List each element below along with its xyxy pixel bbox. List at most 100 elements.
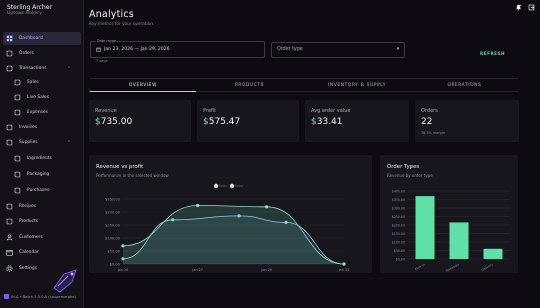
page-title: Analytics <box>89 9 134 20</box>
customers-icon <box>5 233 14 242</box>
kpi-amount: 575.47 <box>208 117 241 127</box>
kpi-value: $735.00 <box>95 117 132 127</box>
version-text: IN-A • Batch 1.5.0-A (Loupemorphe) <box>11 294 76 299</box>
top-actions <box>515 4 535 11</box>
expenses-icon <box>13 108 22 117</box>
sidebar-item-products[interactable]: Products <box>3 215 81 228</box>
kpi-amount: 735.00 <box>100 117 133 127</box>
legend-marker-profit[interactable] <box>229 183 235 189</box>
kpi-card-revenue: Revenue $735.00 <box>89 100 191 142</box>
order-types-panel: Order Types Revenue by order type $400.0… <box>380 155 518 273</box>
data-point[interactable] <box>121 244 125 248</box>
invoices-icon <box>5 123 14 132</box>
sidebar-item-label: Dashboard <box>19 36 43 41</box>
ingredients-icon <box>13 154 22 163</box>
live-sales-icon <box>13 93 22 102</box>
sidebar-item-label: Purchases <box>27 188 50 193</box>
data-point[interactable] <box>342 262 346 266</box>
purchases-icon <box>13 186 22 195</box>
mascot-illustration <box>53 269 77 293</box>
tab-overview[interactable]: OVERVIEW <box>90 79 196 92</box>
y-tick-label: $400.00 <box>392 189 405 193</box>
y-tick-label: $150.00 <box>105 223 121 227</box>
bell-icon[interactable] <box>515 4 522 11</box>
tab-inventory-supply[interactable]: INVENTORY & SUPPLY <box>303 79 411 92</box>
tab-operations[interactable]: OPERATIONS <box>411 79 518 92</box>
sidebar-item-label: Orders <box>19 51 34 56</box>
chevron-up-icon: ⌃ <box>66 65 71 72</box>
y-tick-label: $200.00 <box>105 210 121 214</box>
sidebar-item-orders[interactable]: Orders <box>3 47 81 60</box>
orders-icon <box>5 49 14 58</box>
sidebar-item-packaging[interactable]: Packaging <box>3 168 81 181</box>
main-content: Analytics Key metrics for your operation… <box>84 0 540 308</box>
y-tick-label: $0.00 <box>110 262 121 266</box>
order-type-select[interactable]: Order type ▾ <box>271 42 405 58</box>
packaging-icon <box>13 170 22 179</box>
tab-bar: OVERVIEW PRODUCTS INVENTORY & SUPPLY OPE… <box>90 78 518 92</box>
kpi-value: $33.41 <box>311 117 343 127</box>
date-range-picker[interactable]: Date range Jan 23, 2026 — Jan 29, 2026 <box>90 39 265 58</box>
tab-products[interactable]: PRODUCTS <box>196 79 303 92</box>
date-range-display: Jan 23, 2026 — Jan 29, 2026 <box>96 47 170 52</box>
kpi-value: $575.47 <box>203 117 240 127</box>
bar[interactable] <box>415 196 435 259</box>
sidebar-item-label: Transactions <box>19 66 47 71</box>
kpi-label: Profit <box>203 108 217 114</box>
data-point[interactable] <box>195 203 200 208</box>
sidebar-item-calendar[interactable]: Calendar <box>3 246 81 259</box>
logout-icon[interactable] <box>528 4 535 11</box>
kpi-label: Orders <box>421 108 438 114</box>
sidebar-item-label: Expenses <box>27 110 48 115</box>
y-tick-label: $350.00 <box>392 198 405 202</box>
sidebar-item-purchases[interactable]: Purchases <box>3 184 81 197</box>
kpi-label: Revenue <box>95 108 117 114</box>
y-tick-label: $100.00 <box>392 240 405 244</box>
store-name: Uptown Bakery <box>7 11 42 16</box>
kpi-amount: 22 <box>421 117 433 127</box>
sales-icon <box>13 78 22 87</box>
sidebar-item-recipes[interactable]: Recipes <box>3 200 81 213</box>
legend-marker-revenue[interactable] <box>213 183 219 189</box>
bar[interactable] <box>483 248 503 259</box>
series-line-b-area <box>123 205 344 264</box>
revenue-profit-panel: Revenue vs profit Performance in the sel… <box>89 155 372 273</box>
sidebar-item-label: Products <box>19 219 38 224</box>
sidebar-item-label: Ingredients <box>27 156 52 161</box>
sidebar-item-ingredients[interactable]: Ingredients <box>3 152 81 165</box>
kpi-label: Avg order value <box>311 108 351 114</box>
calendar-icon <box>5 248 14 257</box>
x-tick-label: Jan 27 <box>191 268 203 272</box>
y-tick-label: $200.00 <box>392 223 405 227</box>
sidebar-item-label: Customers <box>19 235 43 240</box>
date-range-value: Jan 23, 2026 — Jan 29, 2026 <box>104 47 170 52</box>
sidebar-item-customers[interactable]: Customers <box>3 231 81 244</box>
y-tick-label: $50.00 <box>107 249 120 253</box>
page-subtitle: Key metrics for your operation. <box>89 21 155 26</box>
sidebar-item-live-sales[interactable]: Live Sales <box>3 91 81 104</box>
transactions-icon <box>5 64 14 73</box>
sidebar-item-expenses[interactable]: Expenses <box>3 106 81 119</box>
order-type-placeholder: Order type <box>277 47 303 52</box>
supplies-icon <box>5 138 14 147</box>
sidebar-item-transactions[interactable]: Transactions ⌃ <box>3 62 81 75</box>
sidebar-item-sales[interactable]: Sales <box>3 76 81 89</box>
calendar-icon <box>96 47 101 52</box>
sidebar-item-supplies[interactable]: Supplies ⌃ <box>3 136 81 149</box>
sidebar-item-dashboard[interactable]: Dashboard <box>3 32 81 45</box>
refresh-button[interactable]: REFRESH <box>480 51 505 56</box>
bar[interactable] <box>449 222 469 259</box>
x-tick-label: Jan 29 <box>260 268 272 272</box>
x-tick-label: Jan 23 <box>117 268 129 272</box>
kpi-card-profit: Profit $575.47 <box>197 100 299 142</box>
sidebar-item-label: Sales <box>27 80 39 85</box>
x-tick-label: Delivery <box>481 262 494 272</box>
date-range-label: Date range <box>96 39 118 43</box>
revenue-profit-chart: $250.00 $200.00 $150.00 $100.00 $50.00 $0.00 J… <box>105 183 349 272</box>
data-point[interactable] <box>265 205 269 209</box>
y-tick-label: $0.00 <box>396 257 405 261</box>
version-footer: IN-A • Batch 1.5.0-A (Loupemorphe) <box>4 294 76 299</box>
sidebar-item-invoices[interactable]: Invoices <box>3 121 81 134</box>
y-tick-label: $150.00 <box>392 232 405 236</box>
sidebar-item-label: Recipes <box>19 204 36 209</box>
